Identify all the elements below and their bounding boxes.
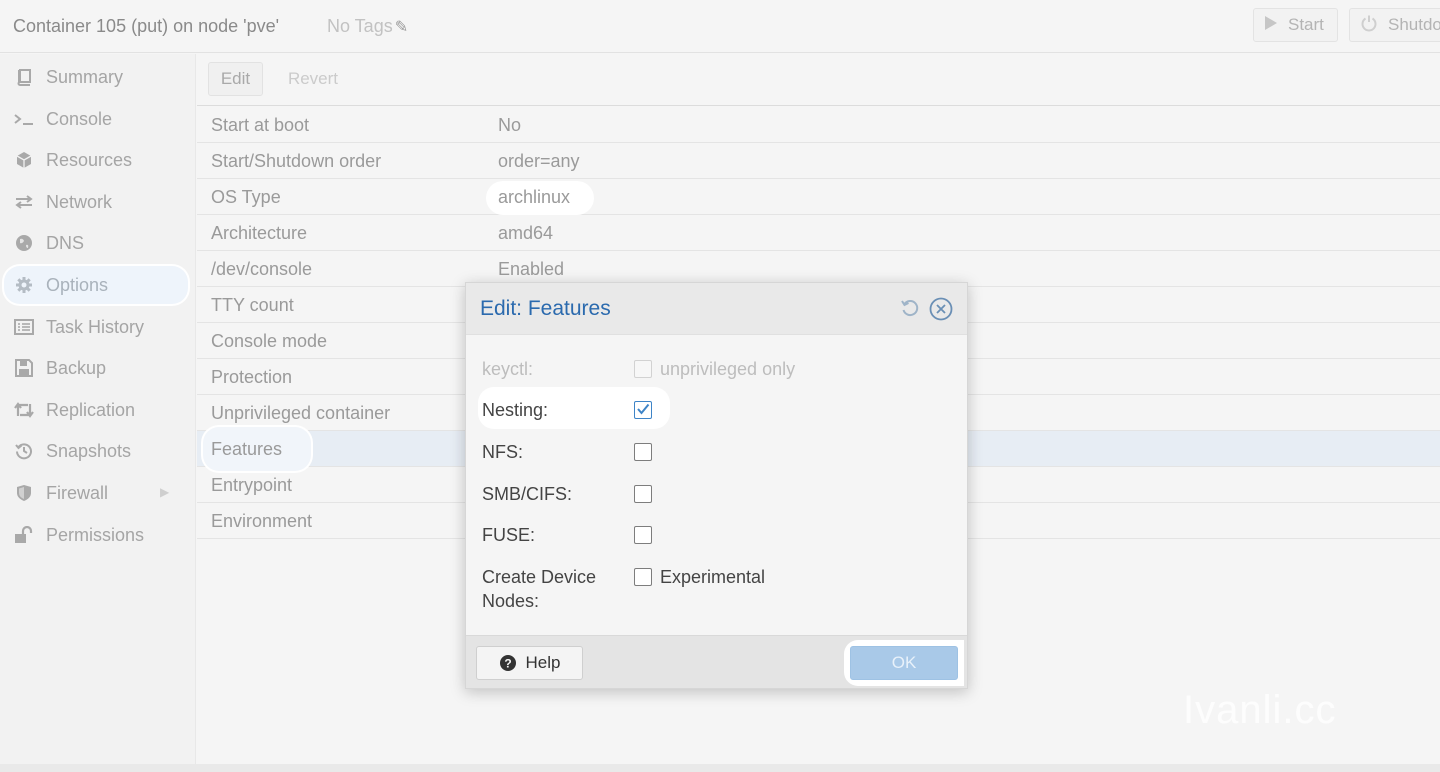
- sidebar-item-summary[interactable]: Summary: [0, 57, 196, 97]
- option-key: Unprivileged container: [211, 403, 391, 423]
- help-label: Help: [525, 653, 561, 672]
- smb-cifs-checkbox[interactable]: [634, 485, 652, 503]
- options-toolbar: Edit Revert: [197, 54, 1440, 106]
- book-icon: [0, 68, 46, 86]
- sidebar-item-options[interactable]: Options: [0, 265, 196, 305]
- option-key: Entrypoint: [211, 475, 293, 495]
- watermark: Ivanli.cc: [1183, 688, 1337, 732]
- shield-icon: [0, 484, 46, 502]
- field-label: FUSE:: [482, 525, 536, 545]
- fuse-checkbox[interactable]: [634, 526, 652, 544]
- sidebar-item-firewall[interactable]: Firewall ▶: [0, 473, 196, 513]
- floppy-icon: [0, 359, 46, 377]
- option-key: Features: [211, 439, 283, 459]
- power-icon: [1360, 14, 1378, 37]
- sidebar-item-resources[interactable]: Resources: [0, 140, 196, 180]
- field-label-line1: Create Device: [482, 567, 597, 587]
- sidebar: Summary Console Resources Network DNS Op…: [0, 54, 196, 772]
- shutdown-button[interactable]: Shutdo: [1349, 8, 1440, 42]
- field-label: keyctl:: [482, 359, 534, 379]
- dialog-header: Edit: Features: [466, 283, 967, 335]
- checkbox-label: unprivileged only: [660, 359, 796, 379]
- nesting-checkbox[interactable]: [634, 401, 652, 419]
- option-key: Start at boot: [211, 115, 310, 135]
- table-row[interactable]: Start/Shutdown order order=any: [197, 143, 1440, 179]
- shutdown-label: Shutdo: [1388, 15, 1440, 34]
- sidebar-item-permissions[interactable]: Permissions: [0, 515, 196, 555]
- option-key: OS Type: [211, 187, 281, 207]
- sidebar-item-snapshots[interactable]: Snapshots: [0, 431, 196, 471]
- option-key: Environment: [211, 511, 313, 531]
- page-title: Container 105 (put) on node 'pve': [13, 16, 280, 36]
- table-row[interactable]: Architecture amd64: [197, 215, 1440, 251]
- option-key: Protection: [211, 367, 293, 387]
- table-row[interactable]: Start at boot No: [197, 107, 1440, 143]
- option-value: Enabled: [498, 259, 565, 279]
- checkmark-icon: [637, 403, 650, 415]
- gear-icon: [0, 276, 46, 294]
- horizontal-scrollbar[interactable]: [0, 764, 1440, 772]
- option-key: Architecture: [211, 223, 308, 243]
- field-label: Nesting:: [482, 400, 549, 420]
- history-icon: [0, 442, 46, 460]
- close-icon[interactable]: [929, 297, 953, 326]
- sidebar-item-task-history[interactable]: Task History: [0, 307, 196, 347]
- tags-label: No Tags: [327, 16, 393, 36]
- top-bar: Container 105 (put) on node 'pve' No Tag…: [0, 0, 1440, 53]
- sidebar-item-dns[interactable]: DNS: [0, 223, 196, 263]
- table-row[interactable]: OS Type archlinux: [197, 179, 1440, 215]
- list-icon: [0, 319, 46, 335]
- svg-text:?: ?: [504, 657, 511, 671]
- nfs-checkbox[interactable]: [634, 443, 652, 461]
- retweet-icon: [0, 402, 46, 418]
- reset-icon[interactable]: [899, 297, 921, 324]
- unlock-icon: [0, 526, 46, 544]
- sidebar-item-console[interactable]: Console: [0, 99, 196, 139]
- checkbox-label: Experimental: [660, 567, 766, 587]
- cube-icon: [0, 151, 46, 169]
- field-label: SMB/CIFS:: [482, 484, 573, 504]
- pencil-icon[interactable]: ✎: [395, 17, 408, 37]
- question-circle-icon: ?: [499, 654, 517, 672]
- start-button[interactable]: Start: [1253, 8, 1338, 42]
- edit-button[interactable]: Edit: [208, 62, 263, 96]
- play-icon: [1264, 15, 1278, 36]
- sidebar-item-backup[interactable]: Backup: [0, 348, 196, 388]
- start-label: Start: [1288, 15, 1324, 34]
- option-value: amd64: [498, 223, 554, 243]
- ok-button[interactable]: OK: [850, 646, 958, 680]
- field-label-line2: Nodes:: [482, 591, 540, 611]
- option-value: No: [498, 115, 522, 135]
- option-key: TTY count: [211, 295, 294, 315]
- revert-button[interactable]: Revert: [281, 62, 345, 96]
- edit-features-dialog: Edit: Features keyctl: unprivileged only…: [465, 282, 968, 689]
- terminal-icon: [0, 111, 46, 127]
- exchange-icon: [0, 194, 46, 210]
- create-device-nodes-checkbox[interactable]: [634, 568, 652, 586]
- help-button[interactable]: ? Help: [476, 646, 583, 680]
- option-key: /dev/console: [211, 259, 313, 279]
- option-value: order=any: [498, 151, 580, 171]
- sidebar-item-network[interactable]: Network: [0, 182, 196, 222]
- field-label: NFS:: [482, 442, 524, 462]
- dialog-title: Edit: Features: [480, 297, 611, 320]
- option-key: Console mode: [211, 331, 328, 351]
- keyctl-checkbox[interactable]: [634, 360, 652, 378]
- option-value: archlinux: [498, 187, 571, 207]
- sidebar-item-replication[interactable]: Replication: [0, 390, 196, 430]
- tags-editor[interactable]: No Tags ✎: [327, 16, 408, 37]
- globe-icon: [0, 234, 46, 252]
- dialog-footer: ? Help OK: [466, 635, 967, 688]
- option-key: Start/Shutdown order: [211, 151, 382, 171]
- chevron-right-icon[interactable]: ▶: [160, 485, 169, 499]
